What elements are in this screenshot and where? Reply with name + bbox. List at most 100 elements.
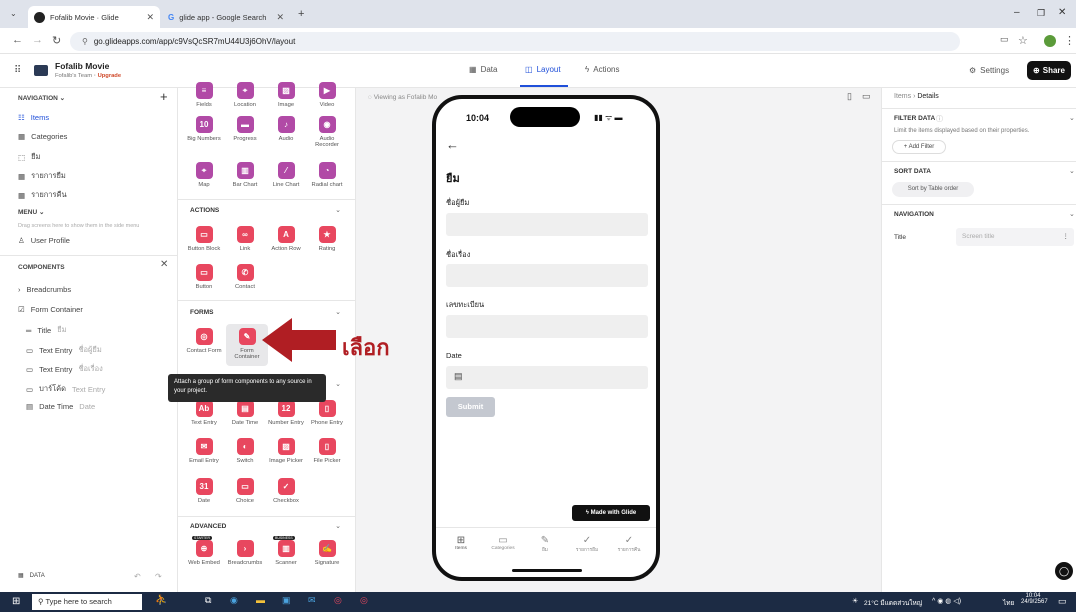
component-location[interactable]: ⌖ Location [225, 82, 265, 108]
maximize-icon[interactable]: ❐ [1037, 8, 1045, 19]
component-text-entry-title[interactable]: ▭ Text Entry ชื่อเรื่อง [26, 363, 103, 375]
close-tab-icon[interactable]: ✕ [146, 12, 154, 23]
weather-text[interactable]: 21°C มีแดดส่วนใหญ่ [864, 598, 922, 608]
language-indicator[interactable]: ไทย [1003, 598, 1014, 608]
breadcrumb-items[interactable]: Items [894, 93, 911, 100]
nav-item-return-list[interactable]: ▦ รายการคืน [18, 189, 67, 201]
component-breadcrumbs[interactable]: › Breadcrumbs [18, 285, 71, 294]
component-image-picker[interactable]: ▨ Image Picker [266, 438, 306, 464]
more-options-icon[interactable]: ⋮ [1063, 228, 1070, 246]
close-components-icon[interactable]: ✕ [160, 259, 168, 270]
component-title[interactable]: ═ Title ยืม [26, 324, 67, 336]
component-action-row[interactable]: A Action Row [266, 226, 306, 252]
minimize-icon[interactable]: – [1014, 7, 1020, 18]
system-tray-icons[interactable]: ^ ◉ ◍ ◁) [932, 597, 961, 605]
chrome-icon[interactable]: ◎ [360, 595, 368, 606]
component-signature[interactable]: ✍ Signature [307, 540, 347, 566]
share-button[interactable]: ⊕ Share [1027, 61, 1071, 80]
component-form-container[interactable]: ☑ Form Container [18, 305, 83, 314]
clock[interactable]: 10:04 24/9/2567 [1021, 593, 1048, 605]
component-audio[interactable]: ♪ Audio [266, 116, 306, 142]
made-with-glide-badge[interactable]: ϟ Made with Glide [572, 505, 650, 521]
component-web-embed[interactable]: STARTER ⊕ Web Embed [184, 536, 224, 566]
component-number-entry[interactable]: 12 Number Entry [266, 400, 306, 426]
user-profile-item[interactable]: ♙ User Profile [18, 236, 70, 245]
back-arrow-icon[interactable]: ← [446, 137, 459, 152]
forms-section-header[interactable]: FORMS [190, 309, 213, 316]
component-date-time[interactable]: ▤ Date Time Date [26, 402, 95, 411]
apps-grid-icon[interactable]: ⠿ [14, 65, 21, 76]
component-contact-form[interactable]: ◎ Contact Form [184, 328, 224, 354]
cast-icon[interactable]: ▭ [1000, 34, 1009, 45]
component-button[interactable]: ▭ Button [184, 264, 224, 290]
taskbar-search-input[interactable]: ⚲ Type here to search [32, 594, 142, 610]
navigation-header[interactable]: NAVIGATION ⌄ [18, 94, 65, 102]
registration-input[interactable] [446, 315, 648, 338]
component-audio-recorder[interactable]: ◉ Audio Recorder [307, 116, 347, 148]
component-checkbox[interactable]: ✓ Checkbox [266, 478, 306, 504]
component-text-entry[interactable]: Ab Text Entry [184, 400, 224, 426]
component-breadcrumbs-tile[interactable]: › Breadcrumbs [225, 540, 265, 566]
browser-menu-icon[interactable]: ⋮ [1064, 34, 1075, 47]
url-field[interactable]: ⚲ go.glideapps.com/app/c9VsQcSR7mU44U3j6… [70, 32, 960, 51]
chevron-down-icon[interactable]: ⌄ [335, 380, 341, 388]
reload-icon[interactable]: ↻ [52, 34, 61, 47]
component-file-picker[interactable]: ▯ File Picker [307, 438, 347, 464]
nav-item-categories[interactable]: ▦ Categories [18, 132, 67, 141]
tablet-preview-icon[interactable]: ▭ [862, 91, 871, 102]
viewing-as-label[interactable]: ◌ Viewing as Fofalib Mo [368, 94, 437, 101]
profile-avatar[interactable] [1044, 35, 1056, 47]
component-image[interactable]: ▨ Image [266, 82, 306, 108]
component-map[interactable]: ⌖ Map [184, 162, 224, 188]
notification-icon[interactable]: ▭ [1058, 596, 1067, 607]
chevron-down-icon[interactable]: ⌄ [335, 206, 341, 214]
forward-icon[interactable]: → [32, 34, 43, 46]
tab-list-button[interactable]: ⌄ [10, 9, 17, 18]
bottom-tab-items[interactable]: ⊞ Items [446, 535, 476, 551]
site-info-icon[interactable]: ⚲ [82, 37, 88, 46]
back-icon[interactable]: ← [12, 34, 23, 46]
component-date-time-tile[interactable]: ▤ Date Time [225, 400, 265, 426]
bottom-tab-borrow-list[interactable]: ✓ รายการยืม [572, 535, 602, 554]
edge-icon[interactable]: ◉ [230, 595, 238, 606]
redo-icon[interactable]: ↷ [155, 572, 162, 581]
chevron-down-icon[interactable]: ⌄ [1069, 114, 1075, 122]
data-footer[interactable]: ▦ DATA [18, 572, 45, 580]
component-link[interactable]: ∞ Link [225, 226, 265, 252]
component-barcode[interactable]: ▭ บาร์โค้ด Text Entry [26, 383, 105, 395]
close-window-icon[interactable]: ✕ [1058, 7, 1066, 18]
component-choice[interactable]: ▭ Choice [225, 478, 265, 504]
undo-icon[interactable]: ↶ [134, 572, 141, 581]
chevron-down-icon[interactable]: ⌄ [335, 308, 341, 316]
component-video[interactable]: ▶ Video [307, 82, 347, 108]
component-progress[interactable]: ▬ Progress [225, 116, 265, 142]
people-icon[interactable]: ⛹ [155, 595, 167, 606]
component-phone-entry[interactable]: ▯ Phone Entry [307, 400, 347, 426]
bottom-tab-categories[interactable]: ▭ Categories [488, 535, 518, 551]
close-tab-icon[interactable]: ✕ [276, 12, 284, 23]
bookmark-star-icon[interactable]: ☆ [1018, 34, 1028, 47]
component-big-numbers[interactable]: 10 Big Numbers [184, 116, 224, 142]
bottom-tab-borrow[interactable]: ✎ ยืม [530, 535, 560, 554]
add-screen-icon[interactable]: + [160, 89, 168, 104]
bottom-tab-return-list[interactable]: ✓ รายการคืน [614, 535, 644, 554]
task-view-icon[interactable]: ⧉ [205, 595, 211, 606]
component-rating[interactable]: ★ Rating [307, 226, 347, 252]
submit-button[interactable]: Submit [446, 397, 495, 417]
title-input[interactable] [446, 264, 648, 287]
new-tab-icon[interactable]: + [298, 8, 304, 20]
sort-order-select[interactable]: Sort by Table order [892, 182, 974, 197]
component-switch[interactable]: ◐ Switch [225, 438, 265, 464]
advanced-section-header[interactable]: ADVANCED [190, 523, 226, 530]
component-bar-chart[interactable]: ▥ Bar Chart [225, 162, 265, 188]
chevron-down-icon[interactable]: ⌄ [1069, 167, 1075, 175]
tab-layout[interactable]: ◫ Layout [525, 65, 561, 74]
component-text-entry-borrower[interactable]: ▭ Text Entry ชื่อผู้ยืม [26, 344, 102, 356]
store-icon[interactable]: ▣ [282, 595, 291, 606]
borrower-input[interactable] [446, 213, 648, 236]
chevron-down-icon[interactable]: ⌄ [335, 522, 341, 530]
chat-help-icon[interactable]: ◯ [1055, 562, 1073, 580]
component-date[interactable]: 31 Date [184, 478, 224, 504]
component-email-entry[interactable]: ✉ Email Entry [184, 438, 224, 464]
menu-header[interactable]: MENU ⌄ [18, 208, 44, 216]
